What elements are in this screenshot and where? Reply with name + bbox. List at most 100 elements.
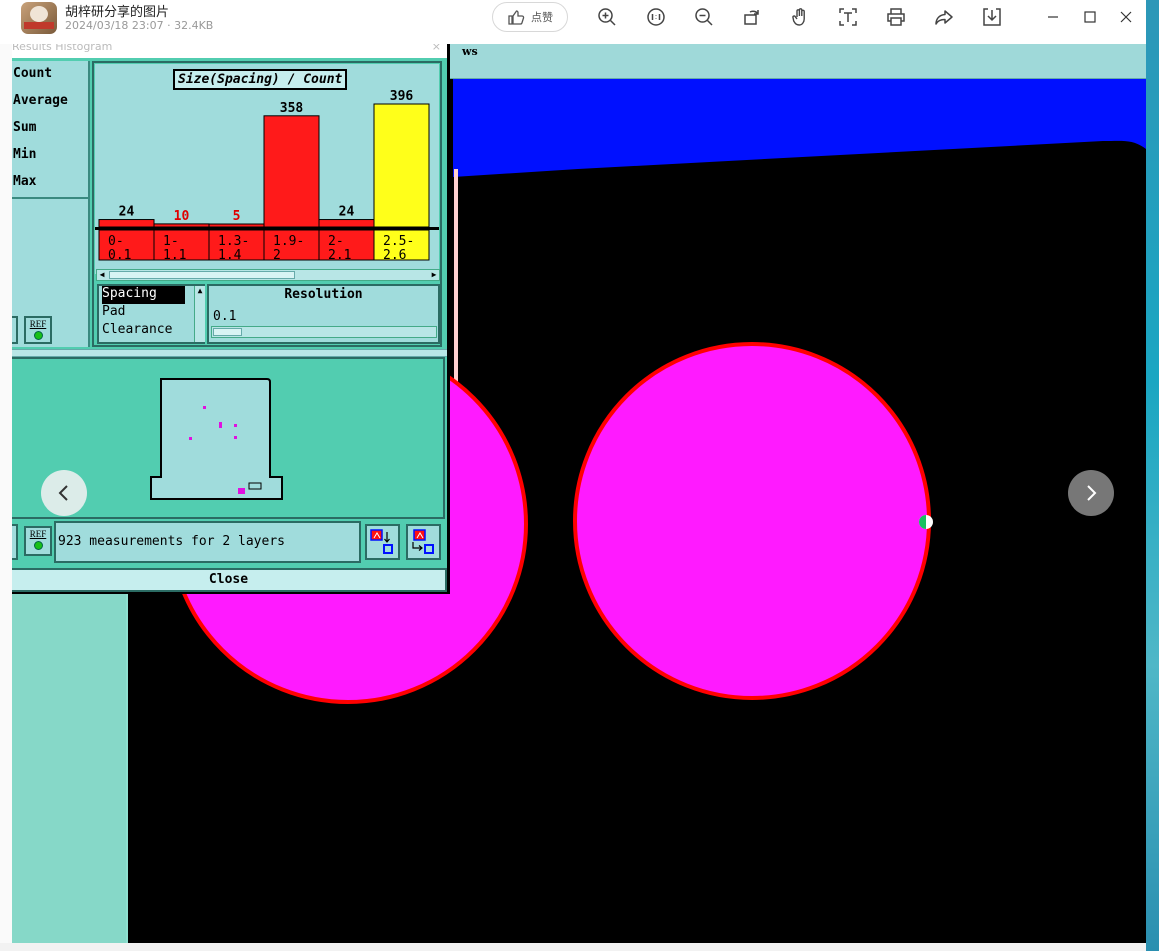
chevron-left-icon: [58, 485, 68, 501]
measure-marker: [203, 406, 206, 409]
fit-one-to-one-icon[interactable]: [645, 6, 667, 28]
statistics-panel: Count Average Sum Min Max REF: [12, 61, 90, 347]
viewer-titlebar: 胡梓研分享的图片 2024/03/18 23:07 · 32.4KB 点赞: [0, 0, 1159, 44]
histogram-bar: [373, 103, 430, 228]
category-label: 1.9-: [273, 234, 304, 249]
bar-value-label: 396: [390, 89, 414, 104]
ref-label: REF: [29, 529, 47, 539]
scroll-left-icon[interactable]: ◀: [97, 270, 107, 280]
measure-marker: [238, 488, 245, 494]
type-item-spacing[interactable]: Spacing: [102, 286, 185, 304]
app-avatar: [21, 2, 57, 34]
like-label: 点赞: [531, 11, 553, 24]
bar-value-label: 24: [119, 205, 135, 220]
stat-count[interactable]: Count: [12, 67, 90, 94]
status-bar: REF 923 measurements for 2 layers: [12, 520, 447, 564]
dialog-close-button[interactable]: Close: [12, 568, 447, 592]
histogram-bar: [153, 223, 210, 228]
histogram-bar: [208, 223, 265, 228]
histogram-bar: [98, 219, 155, 228]
category-label: 2-: [328, 234, 344, 249]
pad-right-fill: [573, 342, 931, 700]
stat-max[interactable]: Max: [12, 175, 90, 202]
type-list-scrollbar[interactable]: ▲: [194, 286, 205, 342]
histogram-bar: [263, 115, 320, 228]
bar-value-label: 24: [339, 205, 355, 220]
resolution-box: Resolution 0.1: [207, 284, 440, 344]
pane-splitter[interactable]: [12, 349, 447, 357]
stat-min[interactable]: Min: [12, 148, 90, 175]
measure-marker: [219, 422, 222, 428]
measure-marker: [234, 436, 237, 439]
histogram-baseline: [95, 227, 439, 230]
category-label: 2.5-: [383, 234, 414, 249]
bar-value-label: 10: [174, 209, 190, 224]
export-down-icon: [370, 529, 393, 554]
histogram-frame: 24 0- 0.1 10 1- 1.1 5 1.3- 1.4 358 1.9- 2 24 2- 2…: [92, 61, 442, 347]
category-label: 2: [273, 248, 281, 263]
status-tool-button[interactable]: [12, 524, 18, 560]
resolution-slider[interactable]: [211, 326, 437, 338]
next-image-button[interactable]: [1068, 470, 1114, 516]
histogram-svg: 24 0- 0.1 10 1- 1.1 5 1.3- 1.4 358 1.9- 2 24 2- 2…: [95, 89, 439, 263]
export-down-button[interactable]: [365, 524, 400, 560]
rotate-icon[interactable]: [741, 6, 763, 28]
status-ref-button[interactable]: REF: [24, 526, 52, 556]
bar-value-label: 358: [280, 101, 304, 116]
dialog-title: Results Histogram: [12, 44, 113, 53]
print-icon[interactable]: [885, 6, 907, 28]
chevron-right-icon: [1087, 485, 1097, 501]
status-led-icon: [33, 331, 43, 340]
stat-sum[interactable]: Sum: [12, 121, 90, 148]
bar-value-label: 5: [233, 209, 241, 224]
stats-tool-button[interactable]: [12, 316, 18, 344]
viewer-bottom-edge: [0, 943, 1146, 951]
measurement-type-list[interactable]: Spacing Pad Clearance ▲: [97, 284, 205, 344]
stats-ref-button[interactable]: REF: [24, 316, 52, 344]
results-histogram-dialog: Results Histogram × Count Average Sum Mi…: [12, 44, 450, 594]
category-label: 0.1: [108, 248, 131, 263]
category-label: 0-: [108, 234, 124, 249]
hand-pan-icon[interactable]: [789, 6, 811, 28]
export-up-button[interactable]: [406, 524, 441, 560]
file-title: 胡梓研分享的图片: [65, 5, 170, 20]
resolution-label: Resolution: [284, 287, 363, 302]
ref-label: REF: [29, 319, 47, 329]
histogram-chart: 24 0- 0.1 10 1- 1.1 5 1.3- 1.4 358 1.9- 2 24 2- 2…: [95, 64, 439, 274]
share-icon[interactable]: [933, 6, 955, 28]
category-label: 1-: [163, 234, 179, 249]
type-item-clearance[interactable]: Clearance: [99, 322, 203, 340]
file-meta: 2024/03/18 23:07 · 32.4KB: [65, 19, 214, 32]
histogram-scrollbar[interactable]: ◀ ▶: [96, 269, 440, 281]
cad-left-panel: [12, 594, 126, 943]
zoom-out-icon[interactable]: [693, 6, 715, 28]
status-led-icon: [33, 541, 43, 550]
chart-title: Size(Spacing) / Count: [173, 69, 348, 90]
thumbs-up-icon: [508, 10, 525, 25]
previous-image-button[interactable]: [41, 470, 87, 516]
like-button[interactable]: 点赞: [492, 2, 568, 32]
pad-right: [573, 342, 933, 700]
minimize-icon[interactable]: [1043, 7, 1063, 27]
scroll-right-icon[interactable]: ▶: [429, 270, 439, 280]
board-outline: [150, 378, 283, 500]
desktop-background: [1146, 0, 1159, 951]
category-label: 2.6: [383, 248, 406, 263]
close-icon[interactable]: [1116, 7, 1136, 27]
slider-knob[interactable]: [213, 328, 242, 336]
dialog-close-icon[interactable]: ×: [432, 44, 441, 53]
download-icon[interactable]: [981, 6, 1003, 28]
category-label: 1.4: [218, 248, 242, 263]
measure-marker: [234, 424, 237, 427]
status-text: 923 measurements for 2 layers: [54, 521, 361, 563]
text-ocr-icon[interactable]: [837, 6, 859, 28]
type-item-pad[interactable]: Pad: [99, 304, 203, 322]
zoom-in-icon[interactable]: [596, 6, 618, 28]
export-up-icon: [412, 529, 434, 554]
scrollbar-thumb[interactable]: [109, 271, 295, 279]
stat-average[interactable]: Average: [12, 94, 90, 121]
maximize-icon[interactable]: [1080, 7, 1100, 27]
dialog-titlebar: Results Histogram ×: [12, 44, 447, 58]
cad-menu-fragment[interactable]: ws: [462, 45, 478, 58]
category-label: 2.1: [328, 248, 351, 263]
